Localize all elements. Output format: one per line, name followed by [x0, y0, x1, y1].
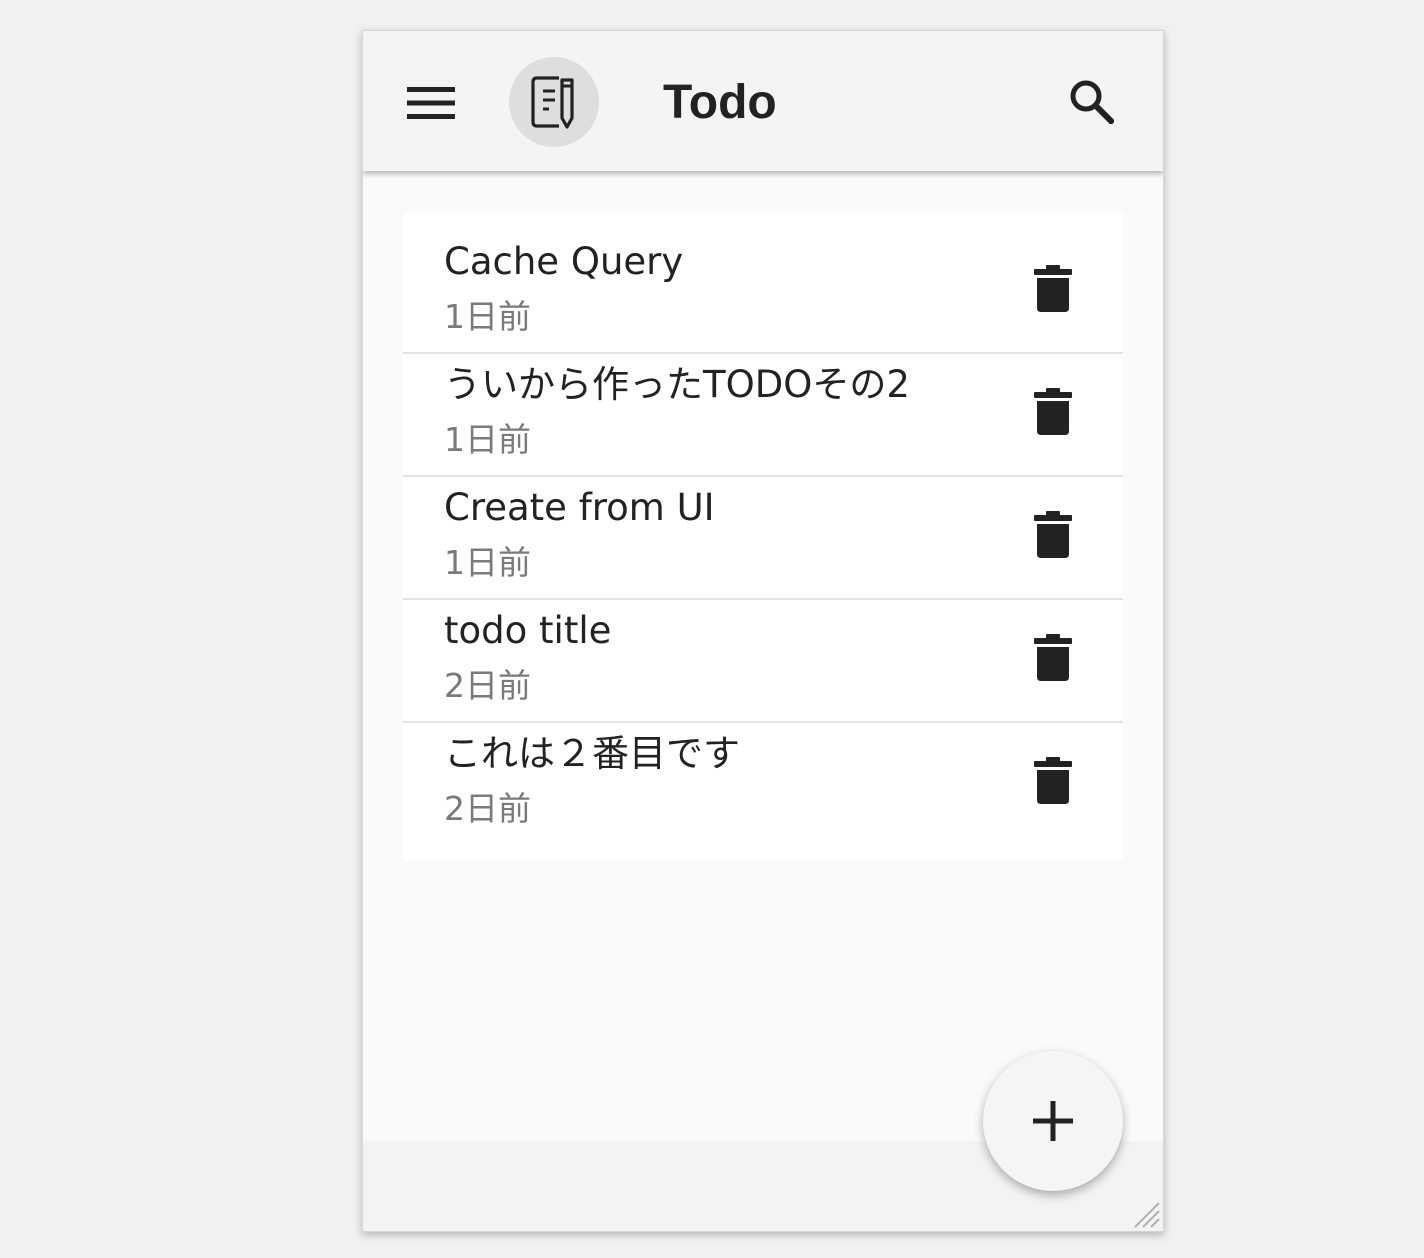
trash-icon	[1034, 265, 1072, 312]
todo-time: 2日前	[444, 666, 531, 705]
todo-title: ういから作ったTODOその2	[444, 363, 910, 406]
todo-title: Create from UI	[444, 486, 715, 529]
app-logo	[509, 57, 599, 147]
todo-list-item[interactable]: ういから作ったTODOその2 1日前	[403, 354, 1123, 477]
todo-list: Cache Query 1日前 ういから作ったTODOその2 1日前 Creat…	[403, 213, 1123, 860]
trash-icon	[1034, 757, 1072, 804]
delete-button[interactable]	[1023, 382, 1083, 442]
plus-icon	[1033, 1101, 1073, 1141]
delete-button[interactable]	[1023, 505, 1083, 565]
note-pencil-icon	[531, 76, 574, 129]
menu-button[interactable]	[399, 71, 463, 135]
trash-icon	[1034, 634, 1072, 681]
search-button[interactable]	[1059, 69, 1123, 133]
todo-time: 1日前	[444, 420, 531, 459]
top-app-bar: Todo	[363, 31, 1163, 171]
todo-time: 1日前	[444, 297, 531, 336]
todo-time: 2日前	[444, 789, 531, 828]
add-todo-button[interactable]	[983, 1051, 1123, 1191]
todo-list-item[interactable]: Create from UI 1日前	[403, 477, 1123, 600]
delete-button[interactable]	[1023, 259, 1083, 319]
trash-icon	[1034, 388, 1072, 435]
todo-title: Cache Query	[444, 240, 684, 283]
app-window: Todo Cache Query 1日前 ういから作ったTODOその2 1日前	[362, 30, 1164, 1232]
todo-time: 1日前	[444, 543, 531, 582]
page-title: Todo	[663, 76, 777, 129]
menu-icon	[407, 87, 455, 119]
resize-grip-icon[interactable]	[1131, 1199, 1161, 1229]
todo-title: これは２番目です	[444, 732, 740, 775]
todo-title: todo title	[444, 609, 612, 652]
search-icon	[1070, 80, 1114, 124]
delete-button[interactable]	[1023, 751, 1083, 811]
todo-list-item[interactable]: todo title 2日前	[403, 600, 1123, 723]
todo-list-item[interactable]: Cache Query 1日前	[403, 231, 1123, 354]
delete-button[interactable]	[1023, 628, 1083, 688]
todo-list-item[interactable]: これは２番目です 2日前	[403, 723, 1123, 844]
trash-icon	[1034, 511, 1072, 558]
